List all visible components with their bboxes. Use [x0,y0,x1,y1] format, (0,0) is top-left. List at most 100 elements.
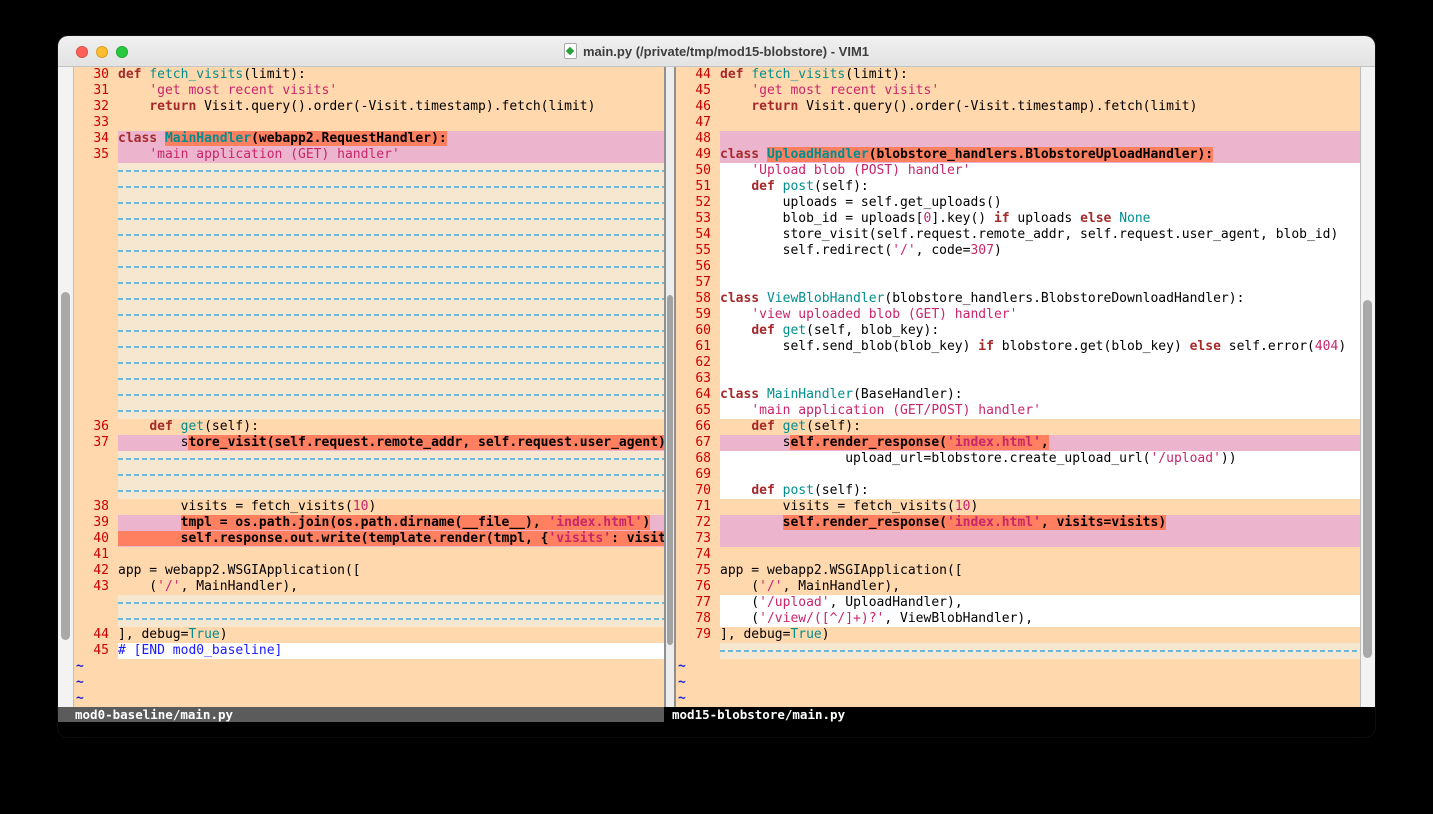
zoom-button[interactable] [116,46,128,58]
command-line[interactable] [58,722,1375,737]
diff-filler-line[interactable] [74,243,664,259]
code-line[interactable]: 57 [676,275,1360,291]
left-pane-buffer[interactable]: 30def fetch_visits(limit):31 'get most r… [74,67,664,707]
code-line[interactable]: 41 [74,547,664,563]
code-line[interactable]: 40 self.response.out.write(template.rend… [74,531,664,547]
code-line[interactable]: 49class UploadHandler(blobstore_handlers… [676,147,1360,163]
diff-filler-line[interactable] [74,371,664,387]
line-number-gutter [74,339,118,355]
code-line[interactable]: 44def fetch_visits(limit): [676,67,1360,83]
code-line[interactable]: 59 'view uploaded blob (GET) handler' [676,307,1360,323]
diff-filler-line[interactable] [74,307,664,323]
diff-filler-line[interactable] [74,387,664,403]
code-text: upload_url=blobstore.create_upload_url('… [720,451,1360,467]
code-line[interactable]: 70 def post(self): [676,483,1360,499]
code-line[interactable]: 69 [676,467,1360,483]
empty-buffer-line[interactable]: ~ [676,675,1360,691]
diff-filler-line[interactable] [74,339,664,355]
vertical-split-divider[interactable] [664,67,676,707]
left-scrollbar[interactable] [58,67,74,707]
right-pane-buffer[interactable]: 44def fetch_visits(limit):45 'get most r… [676,67,1360,707]
code-line[interactable]: 75app = webapp2.WSGIApplication([ [676,563,1360,579]
diff-filler-line[interactable] [74,611,664,627]
diff-filler-line[interactable] [74,179,664,195]
diff-filler-line[interactable] [74,483,664,499]
diff-filler-line[interactable] [74,467,664,483]
code-line[interactable]: 67 self.render_response('index.html', [676,435,1360,451]
code-line[interactable]: 76 ('/', MainHandler), [676,579,1360,595]
diff-filler-line[interactable] [74,227,664,243]
line-number: 58 [676,291,720,307]
code-line[interactable]: 71 visits = fetch_visits(10) [676,499,1360,515]
diff-filler-line[interactable] [74,195,664,211]
line-number: 76 [676,579,720,595]
diff-filler-line[interactable] [676,643,1360,659]
code-line[interactable]: 42app = webapp2.WSGIApplication([ [74,563,664,579]
code-line[interactable]: 56 [676,259,1360,275]
code-line[interactable]: 38 visits = fetch_visits(10) [74,499,664,515]
code-line[interactable]: 66 def get(self): [676,419,1360,435]
empty-buffer-line[interactable]: ~ [74,691,664,707]
code-line[interactable]: 79], debug=True) [676,627,1360,643]
code-line[interactable]: 73 [676,531,1360,547]
code-line[interactable]: 72 self.render_response('index.html', vi… [676,515,1360,531]
code-line[interactable]: 54 store_visit(self.request.remote_addr,… [676,227,1360,243]
line-number-gutter [74,163,118,179]
code-line[interactable]: 65 'main application (GET/POST) handler' [676,403,1360,419]
title-bar[interactable]: main.py (/private/tmp/mod15-blobstore) -… [58,36,1375,67]
code-line[interactable]: 31 'get most recent visits' [74,83,664,99]
code-line[interactable]: 53 blob_id = uploads[0].key() if uploads… [676,211,1360,227]
code-line[interactable]: 47 [676,115,1360,131]
code-line[interactable]: 74 [676,547,1360,563]
code-line[interactable]: 55 self.redirect('/', code=307) [676,243,1360,259]
code-line[interactable]: 46 return Visit.query().order(-Visit.tim… [676,99,1360,115]
code-line[interactable]: 78 ('/view/([^/]+)?', ViewBlobHandler), [676,611,1360,627]
empty-buffer-line[interactable]: ~ [676,691,1360,707]
code-line[interactable]: 33 [74,115,664,131]
diff-filler-line[interactable] [74,291,664,307]
code-line[interactable]: 64class MainHandler(BaseHandler): [676,387,1360,403]
diff-filler-line[interactable] [74,275,664,291]
diff-filler-line[interactable] [74,163,664,179]
empty-buffer-line[interactable]: ~ [74,675,664,691]
line-number: 52 [676,195,720,211]
code-line[interactable]: 60 def get(self, blob_key): [676,323,1360,339]
left-scrollbar-thumb[interactable] [61,292,70,640]
code-line[interactable]: 39 tmpl = os.path.join(os.path.dirname(_… [74,515,664,531]
code-line[interactable]: 34class MainHandler(webapp2.RequestHandl… [74,131,664,147]
code-line[interactable]: 68 upload_url=blobstore.create_upload_ur… [676,451,1360,467]
diff-filler-line[interactable] [74,259,664,275]
code-line[interactable]: 50 'Upload blob (POST) handler' [676,163,1360,179]
diff-filler-line[interactable] [74,323,664,339]
diff-filler-line[interactable] [74,403,664,419]
diff-filler-line[interactable] [74,595,664,611]
code-line[interactable]: 48 [676,131,1360,147]
code-line[interactable]: 37 store_visit(self.request.remote_addr,… [74,435,664,451]
diff-filler-line[interactable] [74,451,664,467]
close-button[interactable] [76,46,88,58]
code-line[interactable]: 51 def post(self): [676,179,1360,195]
code-line[interactable]: 43 ('/', MainHandler), [74,579,664,595]
right-scrollbar-thumb[interactable] [1363,300,1372,658]
right-scrollbar[interactable] [1360,67,1375,707]
code-line[interactable]: 35 'main application (GET) handler' [74,147,664,163]
empty-buffer-line[interactable]: ~ [74,659,664,675]
code-line[interactable]: 36 def get(self): [74,419,664,435]
code-line[interactable]: 63 [676,371,1360,387]
diff-filler-line[interactable] [74,211,664,227]
code-line[interactable]: 44], debug=True) [74,627,664,643]
diff-filler-line[interactable] [74,355,664,371]
middle-scrollbar-thumb[interactable] [667,295,673,645]
minimize-button[interactable] [96,46,108,58]
code-line[interactable]: 45 'get most recent visits' [676,83,1360,99]
code-line[interactable]: 77 ('/upload', UploadHandler), [676,595,1360,611]
code-line[interactable]: 52 uploads = self.get_uploads() [676,195,1360,211]
code-line[interactable]: 58class ViewBlobHandler(blobstore_handle… [676,291,1360,307]
code-line[interactable]: 45# [END mod0_baseline] [74,643,664,659]
code-line[interactable]: 32 return Visit.query().order(-Visit.tim… [74,99,664,115]
code-line[interactable]: 61 self.send_blob(blob_key) if blobstore… [676,339,1360,355]
line-number: 72 [676,515,720,531]
code-line[interactable]: 30def fetch_visits(limit): [74,67,664,83]
code-line[interactable]: 62 [676,355,1360,371]
empty-buffer-line[interactable]: ~ [676,659,1360,675]
